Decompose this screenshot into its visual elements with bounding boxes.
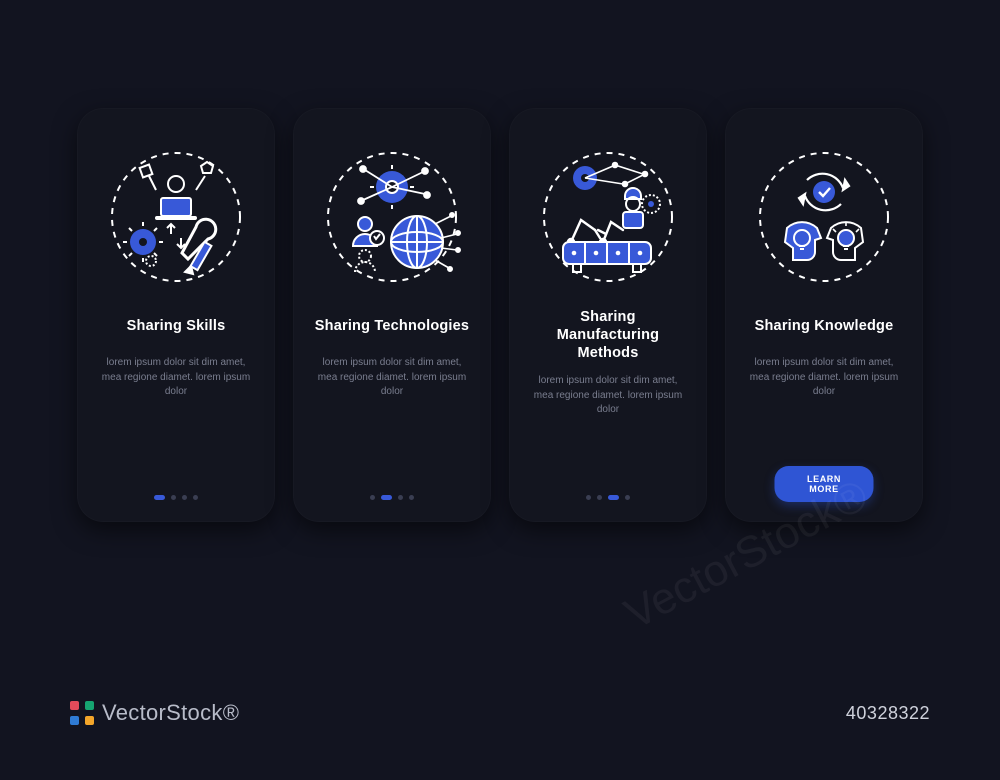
dot[interactable] [608, 495, 619, 500]
dot[interactable] [586, 495, 591, 500]
card-title: Sharing Skills [127, 308, 226, 344]
card-desc: lorem ipsum dolor sit dim amet, mea regi… [743, 356, 905, 400]
page-dots [370, 495, 414, 500]
page-dots [586, 495, 630, 500]
skills-icon [101, 142, 251, 292]
knowledge-icon [749, 142, 899, 292]
onboarding-cards: Sharing Skills lorem ipsum dolor sit dim… [77, 108, 923, 522]
dot[interactable] [370, 495, 375, 500]
dot[interactable] [409, 495, 414, 500]
dot[interactable] [171, 495, 176, 500]
watermark-id: 40328322 [846, 703, 930, 724]
card-title: Sharing Knowledge [755, 308, 894, 344]
technologies-icon [317, 142, 467, 292]
card-skills: Sharing Skills lorem ipsum dolor sit dim… [77, 108, 275, 522]
brand-text: VectorStock® [102, 700, 239, 726]
card-desc: lorem ipsum dolor sit dim amet, mea regi… [311, 356, 473, 400]
brand-watermark: VectorStock® [70, 700, 239, 726]
page-dots [154, 495, 198, 500]
dot[interactable] [597, 495, 602, 500]
learn-more-button[interactable]: LEARN MORE [775, 466, 874, 502]
dot[interactable] [625, 495, 630, 500]
dot[interactable] [398, 495, 403, 500]
dot[interactable] [154, 495, 165, 500]
card-desc: lorem ipsum dolor sit dim amet, mea regi… [527, 374, 689, 418]
card-manufacturing: Sharing Manufacturing Methods lorem ipsu… [509, 108, 707, 522]
card-technologies: Sharing Technologies lorem ipsum dolor s… [293, 108, 491, 522]
card-title: Sharing Technologies [315, 308, 469, 344]
manufacturing-icon [533, 142, 683, 292]
card-title: Sharing Manufacturing Methods [527, 308, 689, 362]
dot[interactable] [193, 495, 198, 500]
dot[interactable] [381, 495, 392, 500]
brand-logo-icon [70, 701, 94, 725]
dot[interactable] [182, 495, 187, 500]
card-desc: lorem ipsum dolor sit dim amet, mea regi… [95, 356, 257, 400]
card-knowledge: Sharing Knowledge lorem ipsum dolor sit … [725, 108, 923, 522]
